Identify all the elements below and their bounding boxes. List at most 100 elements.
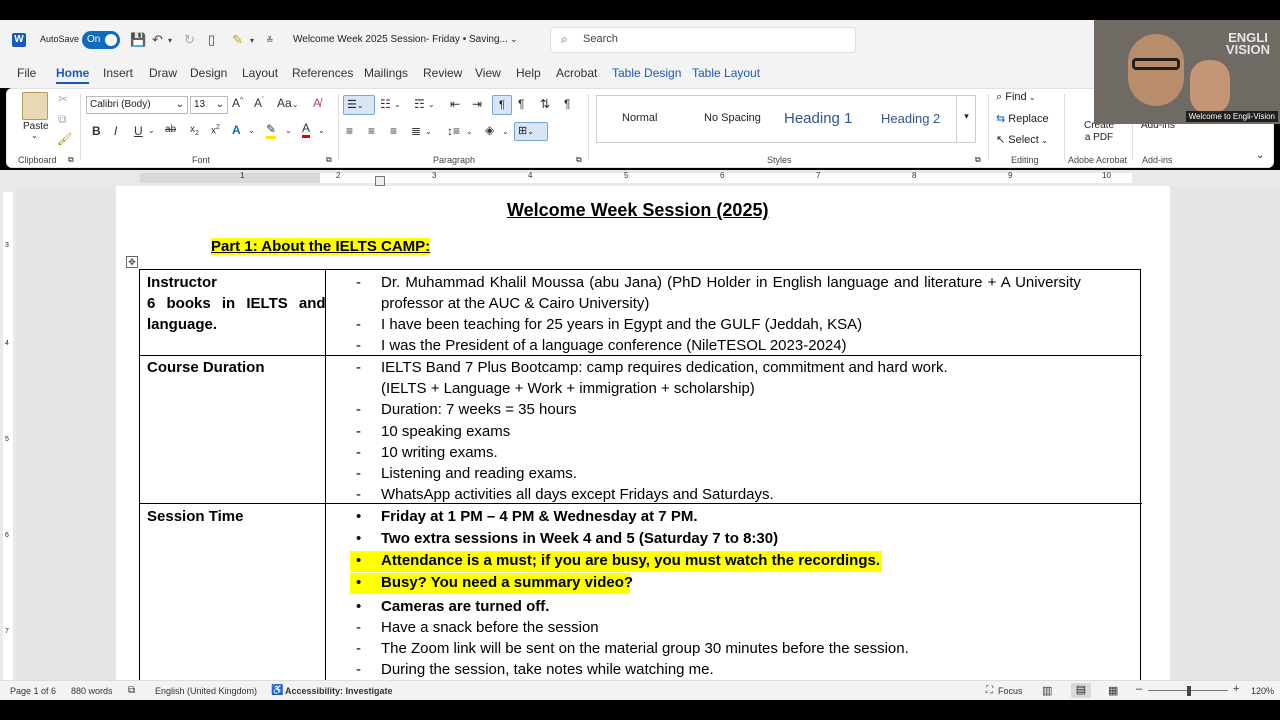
page-count[interactable]: Page 1 of 6 bbox=[10, 686, 56, 696]
tab-layout[interactable]: Layout bbox=[242, 66, 278, 80]
copy-icon[interactable]: ⧉ bbox=[58, 112, 67, 127]
tab-help[interactable]: Help bbox=[516, 66, 541, 80]
web-layout-icon[interactable]: ▦ bbox=[1108, 684, 1118, 697]
tab-insert[interactable]: Insert bbox=[103, 66, 133, 80]
increase-indent-icon[interactable]: ⇥ bbox=[472, 97, 482, 111]
multilevel-list-icon[interactable]: ☶ bbox=[414, 97, 425, 111]
borders-button[interactable]: ⊞⌄ bbox=[514, 122, 548, 141]
line-spacing-dropdown-icon[interactable]: ⌄ bbox=[466, 127, 473, 136]
tab-table-design[interactable]: Table Design bbox=[612, 66, 681, 80]
indent-marker-icon[interactable] bbox=[375, 176, 385, 186]
numbering-icon[interactable]: ☷ bbox=[380, 97, 391, 111]
align-left-icon[interactable]: ≡ bbox=[346, 124, 353, 138]
read-mode-icon[interactable]: ▥ bbox=[1042, 684, 1052, 697]
proofing-icon[interactable]: ⧉ bbox=[128, 685, 135, 696]
highlight-dropdown-icon[interactable]: ⌄ bbox=[285, 126, 292, 135]
zoom-level[interactable]: 120% bbox=[1251, 686, 1274, 696]
select-button[interactable]: ↖ Select ⌄ bbox=[996, 133, 1048, 146]
horizontal-ruler[interactable]: 1 2 3 4 5 6 7 8 9 10 bbox=[0, 170, 1280, 186]
paragraph-launcher-icon[interactable]: ⧉ bbox=[576, 155, 582, 165]
style-heading-1[interactable]: Heading 1 bbox=[784, 110, 852, 127]
tab-draw[interactable]: Draw bbox=[149, 66, 177, 80]
zoom-in-icon[interactable]: + bbox=[1233, 683, 1239, 695]
style-no-spacing[interactable]: No Spacing bbox=[704, 112, 761, 124]
table-move-handle-icon[interactable]: ✥ bbox=[126, 256, 138, 268]
tab-file[interactable]: File bbox=[17, 66, 36, 80]
italic-icon[interactable]: I bbox=[114, 124, 117, 138]
redo-icon[interactable]: ↻ bbox=[184, 32, 195, 48]
language-status[interactable]: English (United Kingdom) bbox=[155, 686, 257, 696]
align-right-icon[interactable]: ≡ bbox=[390, 124, 397, 138]
numbering-dropdown-icon[interactable]: ⌄ bbox=[394, 100, 401, 109]
style-normal[interactable]: Normal bbox=[622, 112, 657, 124]
search-box[interactable]: ⌕ Search bbox=[550, 27, 856, 53]
text-effects-dropdown-icon[interactable]: ⌄ bbox=[248, 126, 255, 135]
tab-mailings[interactable]: Mailings bbox=[364, 66, 408, 80]
style-heading-2[interactable]: Heading 2 bbox=[881, 111, 940, 126]
word-count[interactable]: 880 words bbox=[71, 686, 113, 696]
replace-button[interactable]: ⇆ Replace bbox=[996, 112, 1049, 125]
cut-icon[interactable]: ✂ bbox=[58, 92, 68, 106]
underline-icon[interactable]: U bbox=[134, 124, 143, 138]
sort-icon[interactable]: ⇅ bbox=[540, 97, 550, 111]
tab-home[interactable]: Home bbox=[56, 66, 90, 84]
multilevel-dropdown-icon[interactable]: ⌄ bbox=[428, 100, 435, 109]
bold-icon[interactable]: B bbox=[92, 124, 101, 138]
document-title[interactable]: Welcome Week 2025 Session- Friday • Savi… bbox=[293, 34, 508, 45]
save-icon[interactable]: 💾 bbox=[130, 32, 146, 48]
line-spacing-icon[interactable]: ↕≡ bbox=[447, 124, 460, 138]
highlight-color-icon[interactable]: ✎ bbox=[266, 122, 277, 139]
superscript-icon[interactable]: x2 bbox=[211, 124, 220, 136]
shading-dropdown-icon[interactable]: ⌄ bbox=[502, 127, 509, 136]
title-chevron-icon[interactable]: ⌄ bbox=[510, 34, 518, 45]
shrink-font-icon[interactable]: Aˇ bbox=[254, 96, 264, 110]
decrease-indent-icon[interactable]: ⇤ bbox=[450, 97, 460, 111]
tab-table-layout[interactable]: Table Layout bbox=[692, 66, 760, 80]
font-size-combo[interactable]: 13 ⌄ bbox=[190, 96, 228, 114]
paste-dropdown-icon[interactable]: ⌄ bbox=[31, 131, 38, 140]
underline-dropdown-icon[interactable]: ⌄ bbox=[148, 126, 155, 135]
shading-icon[interactable]: ◈ bbox=[485, 123, 494, 137]
font-color-dropdown-icon[interactable]: ⌄ bbox=[318, 126, 325, 135]
print-layout-icon[interactable]: ▤ bbox=[1071, 683, 1091, 698]
highlighter-dropdown-icon[interactable]: ▾ bbox=[250, 36, 254, 45]
customize-toolbar-icon[interactable]: ≚ bbox=[266, 35, 274, 46]
styles-more-icon[interactable]: ▾ bbox=[956, 95, 976, 143]
text-effects-icon[interactable]: A bbox=[232, 123, 241, 137]
zoom-slider-thumb[interactable] bbox=[1187, 686, 1191, 696]
font-name-combo[interactable]: Calibri (Body) ⌄ bbox=[86, 96, 188, 114]
undo-dropdown-icon[interactable]: ▾ bbox=[168, 36, 172, 45]
align-center-icon[interactable]: ≡ bbox=[368, 124, 375, 138]
autosave-toggle[interactable]: On bbox=[82, 31, 120, 49]
focus-button[interactable]: Focus bbox=[998, 686, 1023, 696]
tab-review[interactable]: Review bbox=[423, 66, 462, 80]
format-painter-icon[interactable]: 🖌 bbox=[57, 132, 72, 146]
zoom-out-icon[interactable]: – bbox=[1136, 683, 1142, 695]
clear-formatting-icon[interactable]: A̸ bbox=[313, 96, 321, 110]
subscript-icon[interactable]: x2 bbox=[190, 124, 199, 137]
show-formatting-icon[interactable]: ¶ bbox=[564, 97, 570, 111]
strikethrough-icon[interactable]: ab bbox=[165, 124, 176, 135]
vertical-ruler[interactable]: 3 4 5 6 7 bbox=[0, 186, 16, 680]
ltr-direction-icon[interactable]: ¶ bbox=[492, 95, 512, 115]
new-document-icon[interactable]: ▯ bbox=[208, 32, 215, 48]
justify-dropdown-icon[interactable]: ⌄ bbox=[425, 127, 432, 136]
paste-icon[interactable] bbox=[22, 92, 48, 120]
font-color-icon[interactable]: A bbox=[302, 121, 311, 138]
grow-font-icon[interactable]: A^ bbox=[232, 96, 243, 110]
rtl-direction-icon[interactable]: ¶ bbox=[518, 97, 524, 111]
styles-launcher-icon[interactable]: ⧉ bbox=[975, 155, 981, 165]
tab-view[interactable]: View bbox=[475, 66, 501, 80]
font-launcher-icon[interactable]: ⧉ bbox=[326, 155, 332, 165]
tab-design[interactable]: Design bbox=[190, 66, 227, 80]
tab-acrobat[interactable]: Acrobat bbox=[556, 66, 597, 80]
tab-references[interactable]: References bbox=[292, 66, 353, 80]
undo-icon[interactable]: ↶ bbox=[152, 32, 163, 48]
clipboard-launcher-icon[interactable]: ⧉ bbox=[68, 155, 74, 165]
accessibility-status[interactable]: Accessibility: Investigate bbox=[285, 686, 393, 696]
collapse-ribbon-icon[interactable]: ⌄ bbox=[1256, 150, 1264, 161]
bullets-button[interactable]: ☰⌄ bbox=[343, 95, 375, 115]
highlighter-icon[interactable]: ✎ bbox=[232, 32, 243, 48]
justify-icon[interactable]: ≣ bbox=[411, 124, 421, 138]
find-button[interactable]: ⌕ Find ⌄ bbox=[996, 91, 1036, 104]
